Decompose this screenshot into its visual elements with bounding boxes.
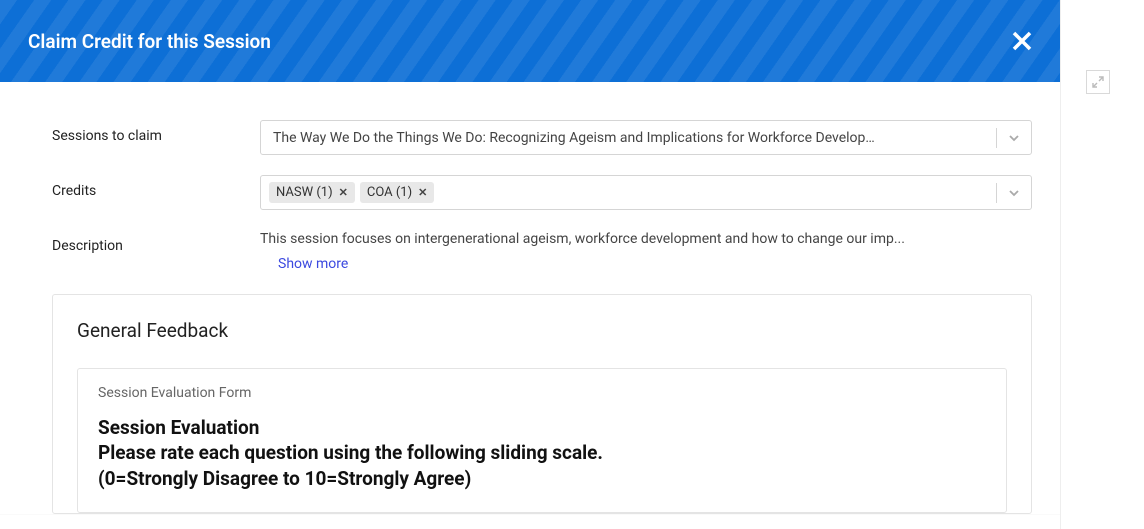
credits-multiselect[interactable]: NASW (1) ✕ COA (1) ✕ [260, 175, 1032, 210]
description-row: Description This session focuses on inte… [52, 230, 1032, 272]
close-icon [1011, 30, 1033, 52]
modal-title: Claim Credit for this Session [28, 30, 271, 53]
show-more-link[interactable]: Show more [278, 256, 348, 272]
modal-header: Claim Credit for this Session [0, 0, 1060, 82]
expand-icon [1091, 75, 1105, 89]
evaluation-subtitle: Session Evaluation Form [98, 385, 986, 401]
modal-body: Sessions to claim The Way We Do the Thin… [0, 82, 1060, 514]
evaluation-heading: Session Evaluation Please rate each ques… [98, 415, 986, 492]
claim-credit-modal: Claim Credit for this Session Sessions t… [0, 0, 1060, 514]
sessions-row: Sessions to claim The Way We Do the Thin… [52, 120, 1032, 155]
evaluation-line: (0=Strongly Disagree to 10=Strongly Agre… [98, 466, 986, 492]
expand-button[interactable] [1086, 70, 1110, 94]
feedback-panel-title: General Feedback [77, 319, 1007, 342]
chip-remove-icon[interactable]: ✕ [418, 186, 427, 199]
close-button[interactable] [1008, 27, 1036, 55]
session-evaluation-card: Session Evaluation Form Session Evaluati… [77, 368, 1007, 513]
sessions-select-value: The Way We Do the Things We Do: Recogniz… [261, 130, 996, 146]
chevron-down-icon [997, 186, 1031, 200]
sessions-label: Sessions to claim [52, 120, 260, 144]
credit-chip-label: NASW (1) [276, 185, 333, 200]
chevron-down-icon [997, 131, 1031, 145]
description-text: This session focuses on intergenerationa… [260, 230, 1032, 250]
credits-row: Credits NASW (1) ✕ COA (1) ✕ [52, 175, 1032, 210]
sessions-select[interactable]: The Way We Do the Things We Do: Recogniz… [260, 120, 1032, 155]
credit-chip: COA (1) ✕ [360, 182, 434, 203]
chip-remove-icon[interactable]: ✕ [339, 186, 348, 199]
general-feedback-panel: General Feedback Session Evaluation Form… [52, 294, 1032, 514]
description-label: Description [52, 230, 260, 254]
credit-chip: NASW (1) ✕ [269, 182, 355, 203]
credits-chip-container: NASW (1) ✕ COA (1) ✕ [261, 182, 996, 203]
evaluation-line: Please rate each question using the foll… [98, 440, 986, 466]
evaluation-line: Session Evaluation [98, 415, 986, 441]
credits-label: Credits [52, 175, 260, 199]
credit-chip-label: COA (1) [367, 185, 412, 200]
